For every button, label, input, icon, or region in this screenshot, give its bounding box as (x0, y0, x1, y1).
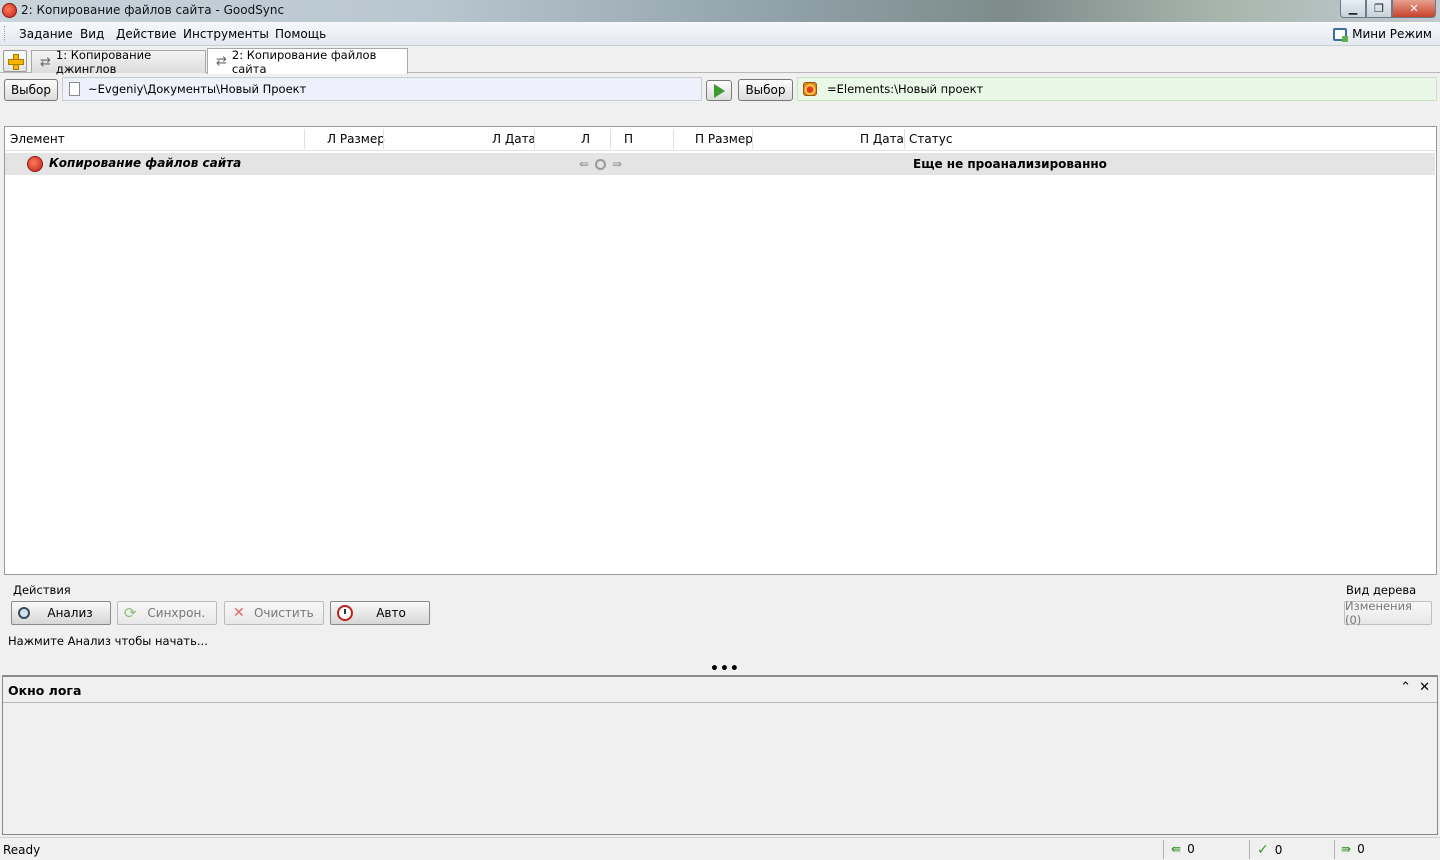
column-header-left-date[interactable]: Л Дата (492, 132, 536, 146)
column-header-left[interactable]: Л (581, 132, 590, 146)
goodsync-job-icon (27, 156, 43, 172)
file-comparison-table: Элемент Л Размер Л Дата Л П П Размер П Д… (4, 126, 1437, 575)
status-separator (1334, 840, 1335, 859)
actions-group-label: Действия (13, 583, 71, 597)
column-separator[interactable] (383, 129, 384, 149)
column-header-right-size[interactable]: П Размер (695, 132, 753, 146)
log-window: Окно лога ⌃ ✕ (2, 675, 1438, 835)
left-changes-counter: ⇚ 0 (1171, 842, 1195, 856)
column-separator[interactable] (752, 129, 753, 149)
tab-job-1[interactable]: ⇄ 1: Копирование джинглов (31, 48, 206, 76)
sync-button[interactable]: ⟳ Синхрон. (117, 601, 217, 625)
ftp-server-icon (803, 82, 817, 96)
right-count: 0 (1357, 842, 1365, 856)
menu-view[interactable]: Вид (80, 27, 104, 41)
left-count: 0 (1187, 842, 1195, 856)
status-separator (1163, 840, 1164, 859)
menu-help[interactable]: Помощь (275, 27, 326, 41)
status-separator (1249, 840, 1250, 859)
plus-icon (8, 54, 24, 70)
copy-right-icon[interactable]: ⇛ (612, 157, 622, 171)
status-text: Ready (3, 843, 41, 857)
right-path-text: =Elements:\Новый проект (827, 82, 984, 96)
clear-label: Очистить (253, 606, 314, 620)
menu-tools[interactable]: Инструменты (183, 27, 269, 41)
go-direction-button[interactable] (706, 80, 732, 101)
add-job-button[interactable] (3, 50, 27, 72)
job-name: Копирование файлов сайта (49, 156, 242, 170)
analyze-label: Анализ (47, 606, 93, 620)
checkmark-icon: ✓ (1257, 842, 1269, 858)
right-browse-button[interactable]: Выбор (738, 79, 793, 101)
analyze-button[interactable]: Анализ (11, 601, 111, 625)
status-bar: Ready ⇚ 0 ✓ 0 ⇛ 0 (0, 837, 1440, 860)
tab-label: 2: Копирование файлов сайта (231, 47, 377, 76)
goodsync-app-icon (2, 3, 17, 18)
delete-x-icon: ✕ (233, 605, 245, 621)
arrow-right-icon: ⇛ (1341, 842, 1352, 856)
minimize-button[interactable]: ▁ (1340, 0, 1366, 18)
column-header-status[interactable]: Статус (909, 132, 952, 146)
column-header-element[interactable]: Элемент (10, 132, 65, 146)
right-path-field[interactable]: =Elements:\Новый проект (797, 77, 1437, 101)
ok-count: 0 (1274, 843, 1283, 857)
log-title: Окно лога (8, 683, 82, 698)
title-bar: 2: Копирование файлов сайта - GoodSync ▁… (0, 0, 1440, 22)
window-controls: ▁ ❐ ✕ (1340, 0, 1436, 18)
left-path-field[interactable]: ~Evgeniy\Документы\Новый Проект (62, 77, 702, 101)
magnifier-icon (18, 607, 30, 619)
sync-icon: ⟳ (124, 604, 137, 622)
alarm-clock-icon (337, 605, 353, 621)
ok-counter: ✓ 0 (1257, 842, 1282, 858)
auto-label: Авто (376, 606, 406, 620)
tab-label: 1: Копирование джинглов (55, 48, 152, 76)
collapse-up-icon[interactable]: ⌃ (1400, 680, 1411, 695)
maximize-button[interactable]: ❐ (1366, 0, 1392, 18)
changes-button[interactable]: Изменения (0) (1344, 599, 1432, 627)
skip-icon[interactable] (595, 158, 607, 170)
column-header-right[interactable]: П (624, 132, 633, 146)
copy-left-icon[interactable]: ⇚ (579, 157, 589, 171)
column-separator[interactable] (673, 129, 674, 149)
job-status: Еще не проанализированно (913, 157, 1107, 171)
mini-mode-icon (1333, 27, 1349, 42)
right-changes-counter: ⇛ 0 (1341, 842, 1365, 856)
auto-button[interactable]: Авто (330, 601, 430, 625)
menu-bar: Задание Вид Действие Инструменты Помощь … (0, 22, 1440, 46)
folder-selection-row: Выбор ~Evgeniy\Документы\Новый Проект Вы… (0, 74, 1440, 104)
direction-icons: ⇚ ⇛ (579, 157, 622, 171)
job-tab-bar: ⇄ 1: Копирование джинглов ⇄ 2: Копирован… (0, 47, 1440, 76)
table-header: Элемент Л Размер Л Дата Л П П Размер П Д… (5, 127, 1436, 151)
menu-action[interactable]: Действие (116, 27, 176, 41)
tree-view-label: Вид дерева (1346, 583, 1417, 597)
tab-job-2[interactable]: ⇄ 2: Копирование файлов сайта (207, 47, 408, 76)
column-separator[interactable] (534, 129, 535, 149)
hint-text: Нажмите Анализ чтобы начать... (8, 634, 208, 648)
menu-grip-icon (4, 26, 7, 42)
left-browse-button[interactable]: Выбор (4, 79, 58, 101)
column-separator[interactable] (304, 129, 305, 149)
column-separator[interactable] (610, 129, 611, 149)
column-header-right-date[interactable]: П Дата (860, 132, 904, 146)
panel-splitter-handle[interactable]: ••• (710, 662, 740, 676)
table-row[interactable]: Копирование файлов сайта ⇚ ⇛ Еще не проа… (5, 153, 1435, 175)
close-window-button[interactable]: ✕ (1392, 0, 1436, 18)
left-path-text: ~Evgeniy\Документы\Новый Проект (88, 82, 307, 96)
column-header-left-size[interactable]: Л Размер (327, 132, 385, 146)
sync-label: Синхрон. (147, 606, 206, 620)
column-separator[interactable] (904, 129, 905, 149)
sync-arrows-icon: ⇄ (216, 54, 227, 69)
menu-task[interactable]: Задание (19, 27, 73, 41)
file-icon (69, 82, 80, 96)
close-log-icon[interactable]: ✕ (1419, 680, 1430, 695)
sync-arrows-icon: ⇄ (40, 54, 51, 70)
window-title: 2: Копирование файлов сайта - GoodSync (21, 3, 285, 17)
mini-mode-button[interactable]: Мини Режим (1333, 25, 1432, 43)
log-header: Окно лога ⌃ ✕ (3, 677, 1437, 703)
arrow-right-icon (713, 83, 725, 98)
mini-mode-label: Мини Режим (1352, 27, 1432, 41)
clear-button[interactable]: ✕ Очистить (224, 601, 324, 625)
arrow-left-icon: ⇚ (1171, 842, 1182, 856)
